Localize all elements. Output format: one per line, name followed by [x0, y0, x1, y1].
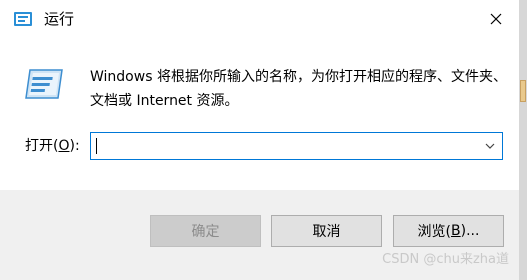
open-input[interactable] — [95, 135, 475, 157]
browse-label-prefix: 浏览( — [417, 224, 452, 240]
dialog-content: Windows 将根据你所输入的名称，为你打开相应的程序、文件夹、文档或 Int… — [0, 38, 519, 190]
open-label: 打开(O): — [25, 136, 80, 156]
run-program-icon — [25, 69, 63, 99]
background-window-mark — [520, 80, 526, 102]
cancel-button[interactable]: 取消 — [271, 215, 382, 247]
dialog-description: Windows 将根据你所输入的名称，为你打开相应的程序、文件夹、文档或 Int… — [90, 69, 507, 109]
window-title: 运行 — [44, 10, 75, 28]
browse-label-accesskey: B — [451, 223, 461, 239]
dropdown-button[interactable] — [482, 133, 498, 159]
background-window-edge — [519, 0, 527, 280]
text-caret — [96, 138, 97, 154]
open-label-suffix: ): — [69, 138, 80, 154]
open-combobox[interactable] — [90, 132, 503, 160]
open-label-prefix: 打开( — [25, 138, 59, 154]
title-bar: 运行 — [0, 0, 519, 38]
run-dialog: 运行 Windows 将根据你所输入的名称，为你打开相应的程序、文件夹、文档或 … — [0, 0, 527, 280]
run-icon — [14, 12, 32, 26]
watermark: CSDN @chu来zha道 — [382, 252, 509, 267]
close-icon — [490, 13, 501, 25]
close-button[interactable] — [472, 0, 519, 38]
browse-button[interactable]: 浏览(B)... — [393, 215, 504, 247]
open-label-accesskey: O — [58, 138, 70, 154]
ok-button[interactable]: 确定 — [150, 215, 261, 247]
browse-label-suffix: )... — [460, 223, 480, 239]
chevron-down-icon — [485, 143, 495, 149]
